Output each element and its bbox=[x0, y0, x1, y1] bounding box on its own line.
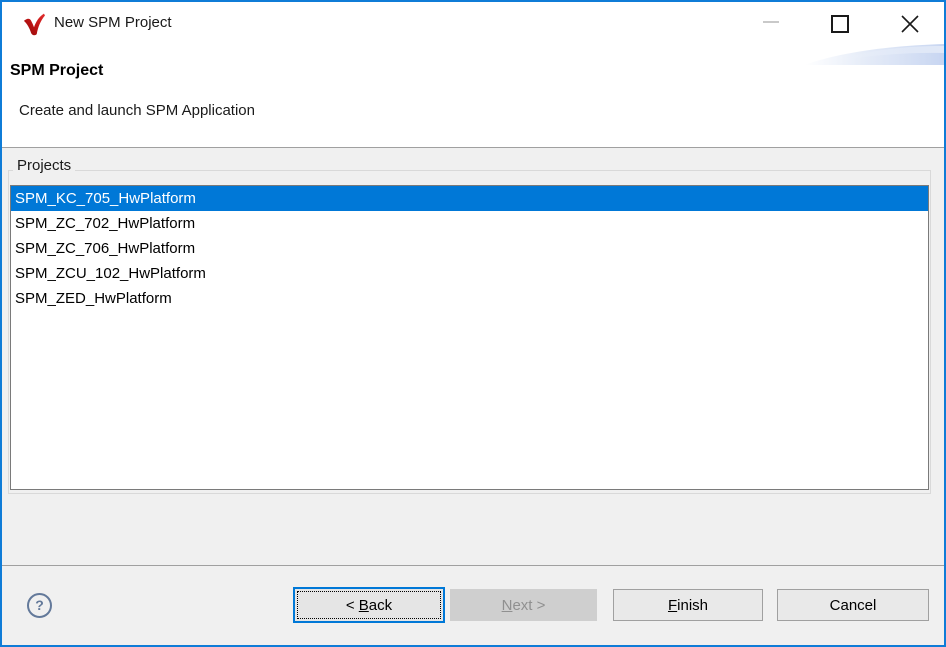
back-mnemonic: B bbox=[359, 597, 369, 614]
title-bar: New SPM Project bbox=[2, 2, 944, 46]
back-button[interactable]: < Back bbox=[293, 587, 445, 623]
cancel-button-label: Cancel bbox=[830, 597, 877, 614]
list-item[interactable]: SPM_ZCU_102_HwPlatform bbox=[11, 261, 928, 286]
page-description: Create and launch SPM Application bbox=[19, 102, 255, 119]
new-spm-project-dialog: New SPM Project SPM Project Create and l… bbox=[0, 0, 946, 647]
finish-button[interactable]: Finish bbox=[613, 589, 763, 621]
close-icon[interactable] bbox=[901, 15, 919, 33]
list-item[interactable]: SPM_ZED_HwPlatform bbox=[11, 286, 928, 311]
finish-mnemonic: F bbox=[668, 597, 677, 614]
help-icon[interactable]: ? bbox=[27, 593, 52, 618]
button-bar-separator bbox=[2, 565, 944, 566]
maximize-icon[interactable] bbox=[831, 15, 849, 33]
list-item[interactable]: SPM_ZC_702_HwPlatform bbox=[11, 211, 928, 236]
list-item[interactable]: SPM_KC_705_HwPlatform bbox=[11, 186, 928, 211]
back-button-label: < bbox=[346, 597, 359, 614]
xilinx-logo-icon bbox=[22, 12, 46, 38]
next-mnemonic: N bbox=[502, 597, 513, 614]
window-title: New SPM Project bbox=[54, 14, 172, 31]
cancel-button[interactable]: Cancel bbox=[777, 589, 929, 621]
page-title: SPM Project bbox=[10, 62, 103, 80]
banner-swoosh-decoration bbox=[804, 43, 944, 67]
minimize-icon bbox=[763, 21, 779, 23]
list-item[interactable]: SPM_ZC_706_HwPlatform bbox=[11, 236, 928, 261]
projects-list[interactable]: SPM_KC_705_HwPlatform SPM_ZC_702_HwPlatf… bbox=[10, 185, 929, 490]
next-button: Next > bbox=[450, 589, 597, 621]
projects-group-label: Projects bbox=[13, 157, 75, 174]
content-area: Projects SPM_KC_705_HwPlatform SPM_ZC_70… bbox=[2, 148, 944, 645]
